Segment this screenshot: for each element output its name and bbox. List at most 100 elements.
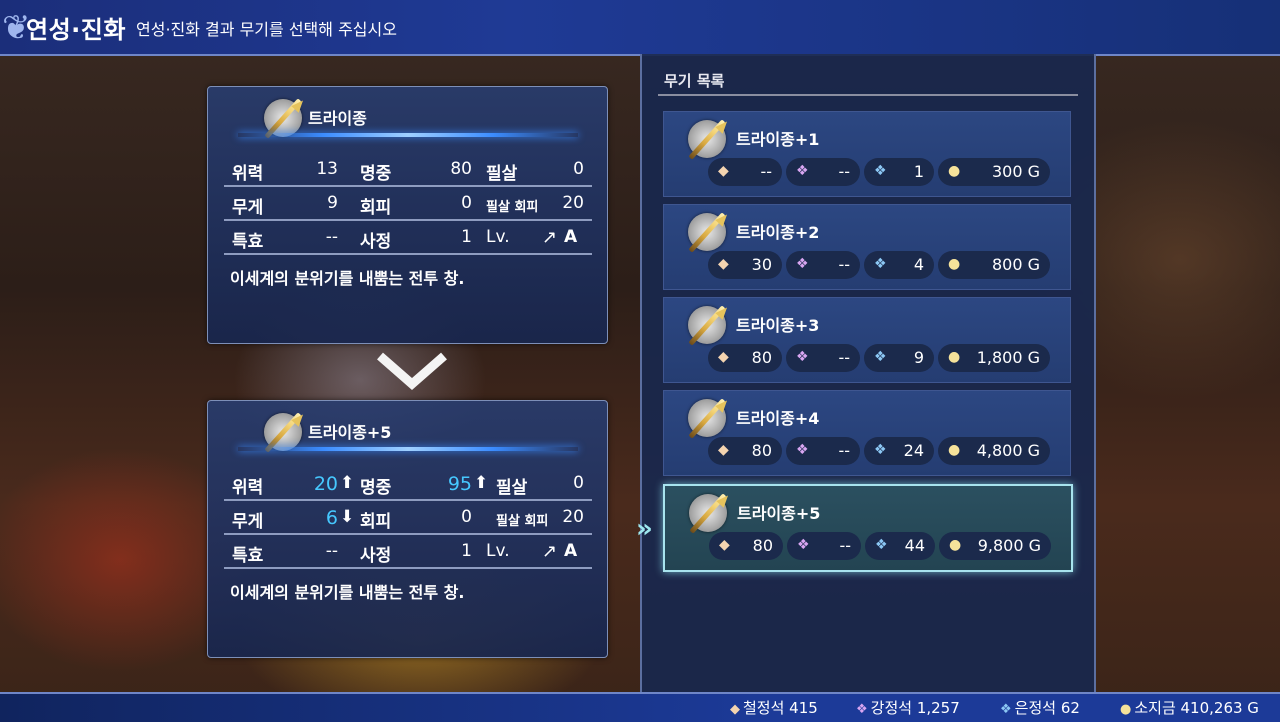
chevron-down-icon <box>377 352 447 390</box>
gold-total-text: 소지금 410,263 G <box>1134 699 1259 717</box>
weapon-list-item[interactable]: 트라이종+1 ◆ -- ❖ -- ❖ 1 ● 300 G <box>663 111 1071 197</box>
iron-ore-icon: ◆ <box>718 442 729 458</box>
iron-cost: ◆ 80 <box>708 437 782 465</box>
spear-icon <box>688 211 731 253</box>
silver-ore-total: ❖ 은정석 62 <box>1000 697 1080 718</box>
iron-cost-value: 80 <box>752 536 773 555</box>
stat-label: 사정 <box>360 232 392 252</box>
stat-value: 20 <box>562 507 584 527</box>
current-weapon-card: 트라이종 위력 13 명중 80 필살 0 무게 9 회피 0 필살 회피 20… <box>207 86 608 344</box>
weapon-item-name: 트라이종+3 <box>736 316 820 335</box>
steel-ore-icon: ❖ <box>797 537 810 553</box>
gold-coin-icon: ● <box>949 537 962 553</box>
silver-ore-icon: ❖ <box>874 442 887 458</box>
steel-cost: ❖ -- <box>786 437 860 465</box>
stat-value: -- <box>325 541 338 561</box>
title-bar: ❦ 연성·진화 연성·진화 결과 무기를 선택해 주십시오 <box>0 0 1280 56</box>
weapon-list-item[interactable]: 트라이종+3 ◆ 80 ❖ -- ❖ 9 ● 1,800 G <box>663 297 1071 383</box>
lance-icon: ↗ <box>542 227 558 248</box>
arrow-up-icon: ⬆ <box>474 473 489 493</box>
steel-cost-value: -- <box>838 441 850 460</box>
gold-cost-value: 300 G <box>991 162 1040 181</box>
steel-ore-icon: ❖ <box>856 702 868 717</box>
stat-value: 9 <box>327 193 338 213</box>
gold-cost-value: 1,800 G <box>976 348 1040 367</box>
selection-cursor-icon: » <box>636 514 653 544</box>
stat-value: 80 <box>450 159 472 179</box>
weapon-list-item[interactable]: 트라이종+2 ◆ 30 ❖ -- ❖ 4 ● 800 G <box>663 204 1071 290</box>
spear-icon <box>689 492 732 534</box>
arrow-down-icon: ⬇ <box>340 507 355 527</box>
stat-label: Lv. <box>486 227 510 247</box>
stat-label: 명중 <box>360 478 392 498</box>
material-costs: ◆ 80 ❖ -- ❖ 9 ● 1,800 G <box>708 344 1050 372</box>
stat-value: A <box>564 541 578 561</box>
spear-icon <box>688 397 731 439</box>
iron-ore-total-text: 철정석 415 <box>743 699 818 717</box>
stat-label: 위력 <box>232 478 264 498</box>
page-title: 연성·진화 <box>26 16 126 44</box>
stat-label: 특효 <box>232 546 264 566</box>
iron-cost: ◆ 80 <box>709 532 783 560</box>
iron-ore-icon: ◆ <box>718 256 729 272</box>
material-costs: ◆ -- ❖ -- ❖ 1 ● 300 G <box>708 158 1050 186</box>
silver-cost-value: 24 <box>903 441 924 460</box>
steel-cost: ❖ -- <box>786 158 860 186</box>
material-costs: ◆ 80 ❖ -- ❖ 24 ● 4,800 G <box>708 437 1050 465</box>
iron-ore-icon: ◆ <box>718 349 729 365</box>
stat-row: 특효 -- 사정 1 Lv. ↗ A <box>224 223 592 255</box>
result-weapon-card: 트라이종+5 위력 20 ⬆ 명중 95 ⬆ 필살 0 무게 6 ⬇ 회피 0 … <box>207 400 608 658</box>
stat-value-increased: 95 <box>447 473 472 495</box>
weapon-list-item-selected[interactable]: 트라이종+5 ◆ 80 ❖ -- ❖ 44 ● 9,800 G <box>663 484 1073 572</box>
card-header: 트라이종 <box>208 87 607 143</box>
iron-cost: ◆ -- <box>708 158 782 186</box>
steel-cost-value: -- <box>838 255 850 274</box>
gold-cost: ● 1,800 G <box>938 344 1050 372</box>
silver-ore-icon: ❖ <box>874 163 887 179</box>
iron-ore-icon: ◆ <box>718 163 729 179</box>
silver-cost: ❖ 1 <box>864 158 934 186</box>
weapon-item-name: 트라이종+1 <box>736 130 820 149</box>
stat-row: 무게 6 ⬇ 회피 0 필살 회피 20 <box>224 503 592 535</box>
silver-cost-value: 44 <box>904 536 925 555</box>
stat-value: 0 <box>573 159 584 179</box>
gold-coin-icon: ● <box>948 256 961 272</box>
stat-row: 무게 9 회피 0 필살 회피 20 <box>224 189 592 221</box>
stat-label: 명중 <box>360 164 392 184</box>
stat-value: 13 <box>316 159 338 179</box>
steel-cost: ❖ -- <box>786 344 860 372</box>
stat-label: 회피 <box>360 512 392 532</box>
gold-coin-icon: ● <box>948 349 961 365</box>
gold-cost: ● 9,800 G <box>939 532 1051 560</box>
stat-value: -- <box>325 227 338 247</box>
stat-value: 1 <box>461 227 472 247</box>
stat-value-changed: 6 <box>325 507 338 529</box>
steel-ore-icon: ❖ <box>796 349 809 365</box>
spear-icon <box>264 97 307 139</box>
weapon-name: 트라이종+5 <box>308 423 392 442</box>
stat-value: 0 <box>461 507 472 527</box>
stat-value-increased: 20 <box>313 473 338 495</box>
weapon-list-item[interactable]: 트라이종+4 ◆ 80 ❖ -- ❖ 24 ● 4,800 G <box>663 390 1071 476</box>
divider <box>658 94 1078 96</box>
weapon-item-name: 트라이종+5 <box>737 504 821 523</box>
silver-ore-total-text: 은정석 62 <box>1014 699 1080 717</box>
silver-ore-icon: ❖ <box>874 349 887 365</box>
steel-ore-icon: ❖ <box>796 256 809 272</box>
spear-icon <box>688 118 731 160</box>
iron-ore-icon: ◆ <box>719 537 730 553</box>
page-instruction: 연성·진화 결과 무기를 선택해 주십시오 <box>136 20 397 39</box>
gold-cost-value: 800 G <box>991 255 1040 274</box>
stat-label: 무게 <box>232 512 264 532</box>
spear-icon <box>688 304 731 346</box>
header-glow-line <box>238 447 578 451</box>
stat-value: A <box>564 227 578 247</box>
stat-value: 0 <box>461 193 472 213</box>
stat-label: 필살 <box>496 478 528 498</box>
stat-label: 회피 <box>360 198 392 218</box>
iron-ore-icon: ◆ <box>730 702 740 717</box>
stat-label: 필살 회피 <box>486 200 539 215</box>
steel-cost: ❖ -- <box>786 251 860 279</box>
material-costs: ◆ 80 ❖ -- ❖ 44 ● 9,800 G <box>709 532 1051 560</box>
weapon-name: 트라이종 <box>308 109 367 128</box>
